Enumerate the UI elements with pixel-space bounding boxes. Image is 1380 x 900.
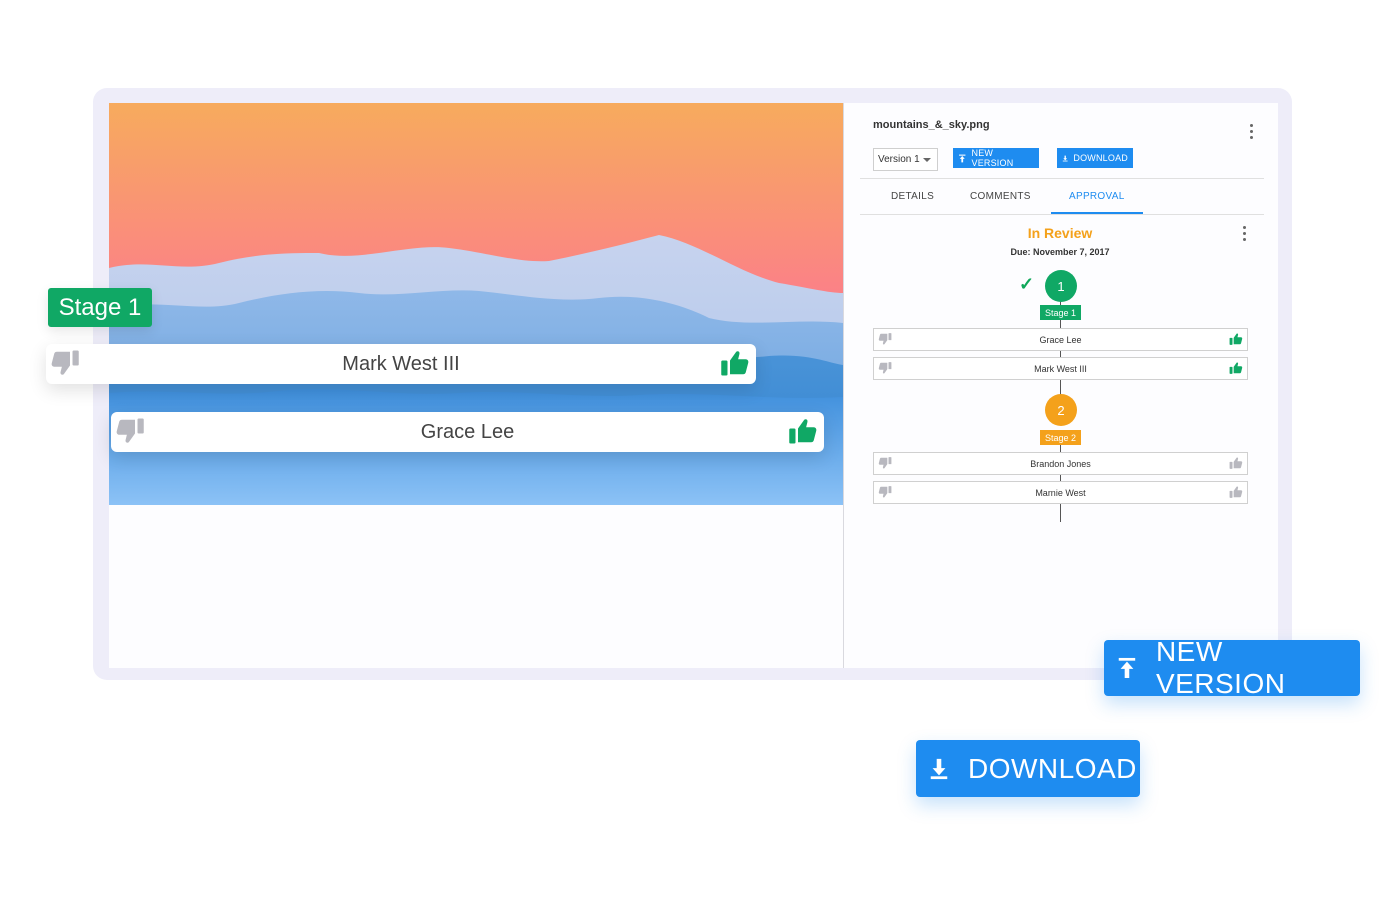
version-select-value: Version 1: [878, 154, 920, 165]
floating-reviewer-row: Grace Lee: [111, 412, 824, 452]
reviewer-name: Mark West III: [1034, 363, 1087, 374]
thumbs-down-icon[interactable]: [878, 485, 892, 499]
thumbs-up-icon[interactable]: [1229, 456, 1243, 470]
floating-reviewer-name: Grace Lee: [420, 420, 515, 443]
download-button[interactable]: DOWNLOAD: [1057, 148, 1133, 168]
stage-1-number: 1: [1045, 270, 1077, 302]
approval-status: In Review: [1027, 225, 1093, 241]
chevron-down-icon: [923, 158, 931, 162]
due-date: Due: November 7, 2017: [1010, 247, 1110, 257]
more-options-icon[interactable]: [1248, 124, 1254, 139]
thumbs-down-icon[interactable]: [878, 456, 892, 470]
thumbs-up-icon[interactable]: [1229, 485, 1243, 499]
tabs-divider: [860, 214, 1264, 215]
thumbs-down-icon[interactable]: [878, 361, 892, 375]
stage-2-label: Stage 2: [1040, 430, 1081, 445]
tab-approval[interactable]: APPROVAL: [1069, 191, 1125, 202]
stage-badge: Stage 1: [48, 288, 152, 327]
tab-comments[interactable]: COMMENTS: [970, 191, 1031, 202]
floating-reviewer-name: Mark West III: [342, 352, 460, 375]
download-icon: [928, 756, 950, 782]
thumbs-up-icon[interactable]: [1229, 361, 1243, 375]
thumbs-down-icon[interactable]: [878, 332, 892, 346]
reviewer-row: Grace Lee: [873, 328, 1248, 351]
new-version-button[interactable]: NEW VERSION: [953, 148, 1039, 168]
stage-2-number: 2: [1045, 394, 1077, 426]
download-large-button[interactable]: DOWNLOAD: [916, 740, 1140, 797]
reviewer-row: Marnie West: [873, 481, 1248, 504]
new-version-large-button[interactable]: NEW VERSION: [1104, 636, 1360, 699]
download-label: DOWNLOAD: [1073, 153, 1128, 163]
reviewer-name: Brandon Jones: [1030, 458, 1091, 469]
new-version-large-label: NEW VERSION: [1155, 636, 1286, 699]
reviewer-row: Brandon Jones: [873, 452, 1248, 475]
check-icon: ✓: [1019, 274, 1035, 294]
new-version-label: NEW VERSION: [971, 148, 1014, 168]
tab-details[interactable]: DETAILS: [891, 191, 934, 202]
stage-1-label: Stage 1: [1040, 305, 1081, 320]
toolbar-divider: [860, 178, 1264, 179]
upload-icon: [1116, 655, 1138, 681]
timeline-connector: [1060, 504, 1061, 522]
thumbs-up-icon[interactable]: [720, 348, 750, 378]
download-large-label: DOWNLOAD: [968, 752, 1137, 784]
reviewer-name: Grace Lee: [1039, 334, 1082, 345]
reviewer-name: Marnie West: [1035, 487, 1086, 498]
panel-divider: [843, 103, 844, 668]
thumbs-up-icon[interactable]: [788, 416, 818, 446]
approval-options-icon[interactable]: [1241, 226, 1247, 241]
upload-icon: [958, 154, 967, 163]
thumbs-down-icon[interactable]: [115, 416, 145, 446]
thumbs-down-icon[interactable]: [50, 348, 80, 378]
file-name: mountains_&_sky.png: [873, 119, 990, 131]
reviewer-row: Mark West III: [873, 357, 1248, 380]
floating-reviewer-row: Mark West III: [46, 344, 756, 384]
version-select[interactable]: Version 1: [873, 148, 938, 171]
download-icon: [1062, 154, 1068, 163]
thumbs-up-icon[interactable]: [1229, 332, 1243, 346]
